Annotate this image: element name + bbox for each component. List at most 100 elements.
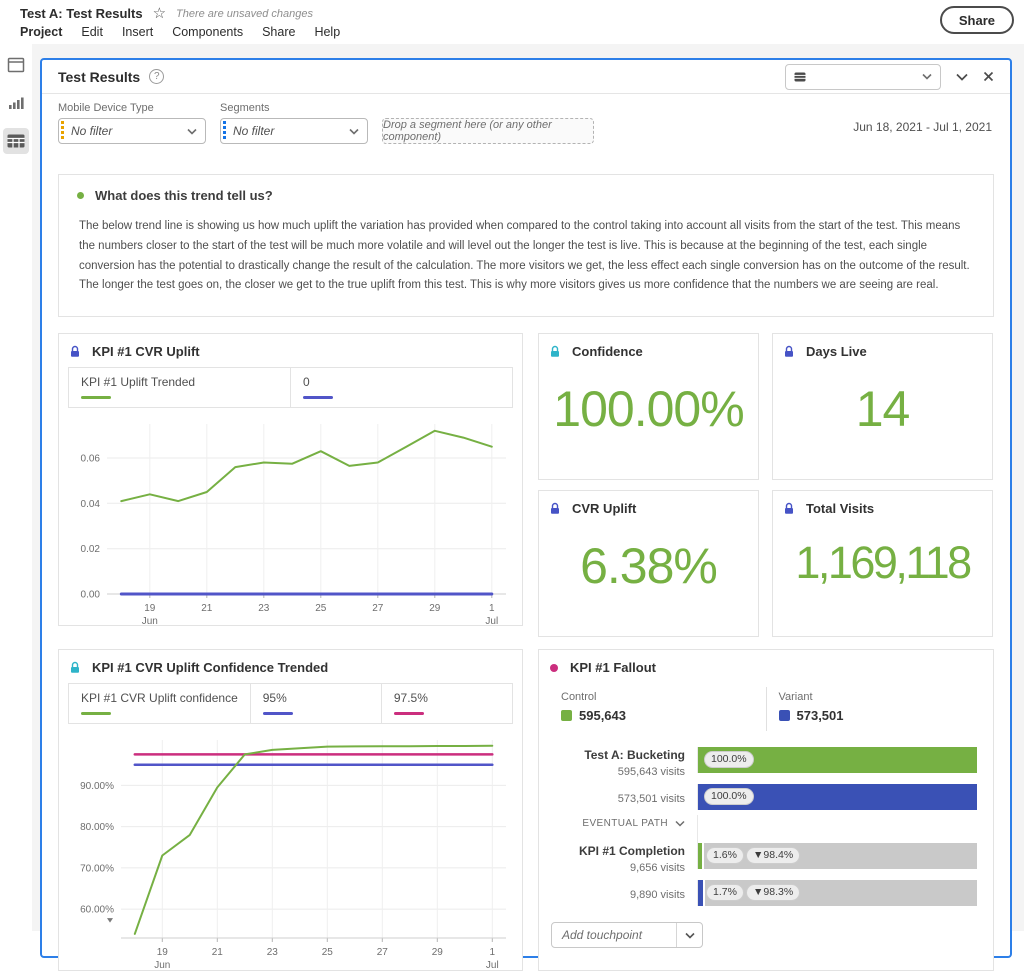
- add-touchpoint-select[interactable]: Add touchpoint: [551, 922, 703, 948]
- menu-help[interactable]: Help: [314, 25, 340, 39]
- legend-item: KPI #1 CVR Uplift confidence: [69, 684, 250, 723]
- device-filter-value: No filter: [71, 124, 112, 138]
- lock-icon: [783, 345, 795, 358]
- lock-icon: [549, 502, 561, 515]
- svg-text:80.00%: 80.00%: [80, 822, 114, 833]
- cvr-uplift-title: CVR Uplift: [572, 501, 636, 516]
- chevron-down-icon: [922, 73, 932, 80]
- svg-text:29: 29: [432, 947, 444, 958]
- chevron-down-icon: [187, 128, 197, 135]
- segments-filter-label: Segments: [220, 102, 368, 114]
- share-button[interactable]: Share: [940, 6, 1014, 34]
- freeform-table-icon[interactable]: [3, 128, 29, 154]
- svg-text:29: 29: [429, 603, 441, 614]
- svg-text:70.00%: 70.00%: [80, 863, 114, 874]
- menu-components[interactable]: Components: [172, 25, 243, 39]
- top-bar: Test A: Test Results ☆ There are unsaved…: [0, 0, 1024, 44]
- project-title: Test A: Test Results: [20, 6, 143, 21]
- svg-text:0.02: 0.02: [81, 544, 101, 555]
- legend-item: 0: [290, 368, 512, 407]
- variant-swatch: [779, 710, 790, 721]
- cvr-uplift-value: 6.38%: [539, 537, 758, 595]
- cvr-uplift-card: CVR Uplift 6.38%: [538, 490, 759, 637]
- svg-text:0.06: 0.06: [81, 454, 101, 465]
- total-visits-title: Total Visits: [806, 501, 874, 516]
- fallout-bar-variant[interactable]: 100.0%: [697, 784, 977, 810]
- confidence-line-chart: 60.00%70.00%80.00%90.00%19Jun21232527291…: [65, 730, 514, 974]
- segments-filter-select[interactable]: No filter: [220, 118, 368, 144]
- confidence-chart-card: KPI #1 CVR Uplift Confidence Trended KPI…: [58, 649, 523, 971]
- menu-insert[interactable]: Insert: [122, 25, 153, 39]
- svg-text:27: 27: [377, 947, 389, 958]
- collapse-panel-icon[interactable]: [956, 73, 968, 81]
- lock-icon: [69, 661, 81, 674]
- segment-stripe: [223, 121, 226, 141]
- svg-text:0.00: 0.00: [81, 590, 101, 601]
- fallout-card: KPI #1 Fallout Control 595,643 Variant: [538, 649, 994, 971]
- segments-filter-value: No filter: [233, 124, 274, 138]
- favorite-star-icon[interactable]: ☆: [153, 6, 166, 21]
- metric-cards-grid: Confidence 100.00% Days Live 14 CVR Upli…: [538, 333, 994, 637]
- days-live-card: Days Live 14: [772, 333, 993, 480]
- confidence-chart-legend: KPI #1 CVR Uplift confidence 95% 97.5%: [68, 683, 513, 724]
- visualizations-icon[interactable]: [3, 90, 29, 116]
- menu-bar: Project Edit Insert Components Share Hel…: [20, 25, 340, 39]
- help-icon[interactable]: ?: [149, 69, 164, 84]
- confidence-title: Confidence: [572, 344, 643, 359]
- table-icon: [794, 72, 806, 82]
- chevron-down-icon: [349, 128, 359, 135]
- dimension-stripe: [61, 121, 64, 141]
- uplift-chart-legend: KPI #1 Uplift Trended 0: [68, 367, 513, 408]
- panel-header: Test Results ?: [42, 60, 1010, 94]
- uplift-line-chart: 0.000.020.040.0619Jun21232527291Jul: [65, 414, 514, 630]
- lock-icon: [783, 502, 795, 515]
- project-title-row: Test A: Test Results ☆ There are unsaved…: [20, 6, 313, 21]
- close-panel-icon[interactable]: [983, 71, 994, 82]
- legend-item: 97.5%: [381, 684, 512, 723]
- control-legend: Control 595,643: [549, 687, 766, 731]
- svg-text:25: 25: [322, 947, 334, 958]
- fallout-step-row: 573,501 visits 100.0%: [549, 784, 983, 810]
- menu-project[interactable]: Project: [20, 25, 62, 39]
- menu-edit[interactable]: Edit: [81, 25, 103, 39]
- lock-icon: [69, 345, 81, 358]
- dataset-select[interactable]: [785, 64, 941, 90]
- segments-filter-group: Segments No filter: [220, 102, 368, 144]
- fallout-bar-control[interactable]: 1.6% ▼98.4%: [697, 843, 977, 869]
- device-filter-label: Mobile Device Type: [58, 102, 206, 114]
- menu-share[interactable]: Share: [262, 25, 295, 39]
- uplift-chart-card: KPI #1 CVR Uplift KPI #1 Uplift Trended …: [58, 333, 523, 626]
- confidence-chart-title: KPI #1 CVR Uplift Confidence Trended: [92, 660, 328, 675]
- uplift-chart-title: KPI #1 CVR Uplift: [92, 344, 200, 359]
- workspace-canvas: Test Results ? Mobile Device Type No fil…: [32, 44, 1024, 931]
- panels-icon[interactable]: [3, 52, 29, 78]
- fallout-steps: Test A: Bucketing 595,643 visits 100.0% …: [539, 747, 993, 948]
- segment-drop-zone[interactable]: Drop a segment here (or any other compon…: [382, 118, 594, 144]
- chevron-down-icon: [676, 923, 702, 947]
- fallout-bar-control[interactable]: 100.0%: [697, 747, 977, 773]
- trend-note-box: What does this trend tell us? The below …: [58, 174, 994, 317]
- svg-text:Jun: Jun: [154, 960, 170, 971]
- svg-text:1: 1: [489, 603, 495, 614]
- magenta-dot-icon: [549, 663, 559, 673]
- fallout-legend: Control 595,643 Variant 573,501: [549, 687, 983, 731]
- trend-note-body: The below trend line is showing us how m…: [79, 217, 973, 296]
- test-results-panel: Test Results ? Mobile Device Type No fil…: [40, 58, 1012, 958]
- panel-content: What does this trend tell us? The below …: [42, 156, 1010, 971]
- svg-text:0.04: 0.04: [81, 499, 101, 510]
- legend-item: KPI #1 Uplift Trended: [69, 368, 290, 407]
- date-range[interactable]: Jun 18, 2021 - Jul 1, 2021: [853, 120, 992, 134]
- panel-filter-row: Mobile Device Type No filter Segments No…: [42, 94, 1010, 156]
- device-filter-select[interactable]: No filter: [58, 118, 206, 144]
- eventual-path-toggle[interactable]: EVENTUAL PATH: [549, 815, 697, 843]
- svg-text:27: 27: [372, 603, 384, 614]
- legend-item: 95%: [250, 684, 381, 723]
- fallout-bar-variant[interactable]: 1.7% ▼98.3%: [697, 880, 977, 906]
- svg-text:25: 25: [315, 603, 327, 614]
- svg-text:21: 21: [201, 603, 213, 614]
- panel-controls: [785, 64, 994, 90]
- svg-text:60.00%: 60.00%: [80, 905, 114, 916]
- device-filter-group: Mobile Device Type No filter: [58, 102, 206, 144]
- svg-text:19: 19: [157, 947, 169, 958]
- svg-text:Jun: Jun: [142, 616, 158, 627]
